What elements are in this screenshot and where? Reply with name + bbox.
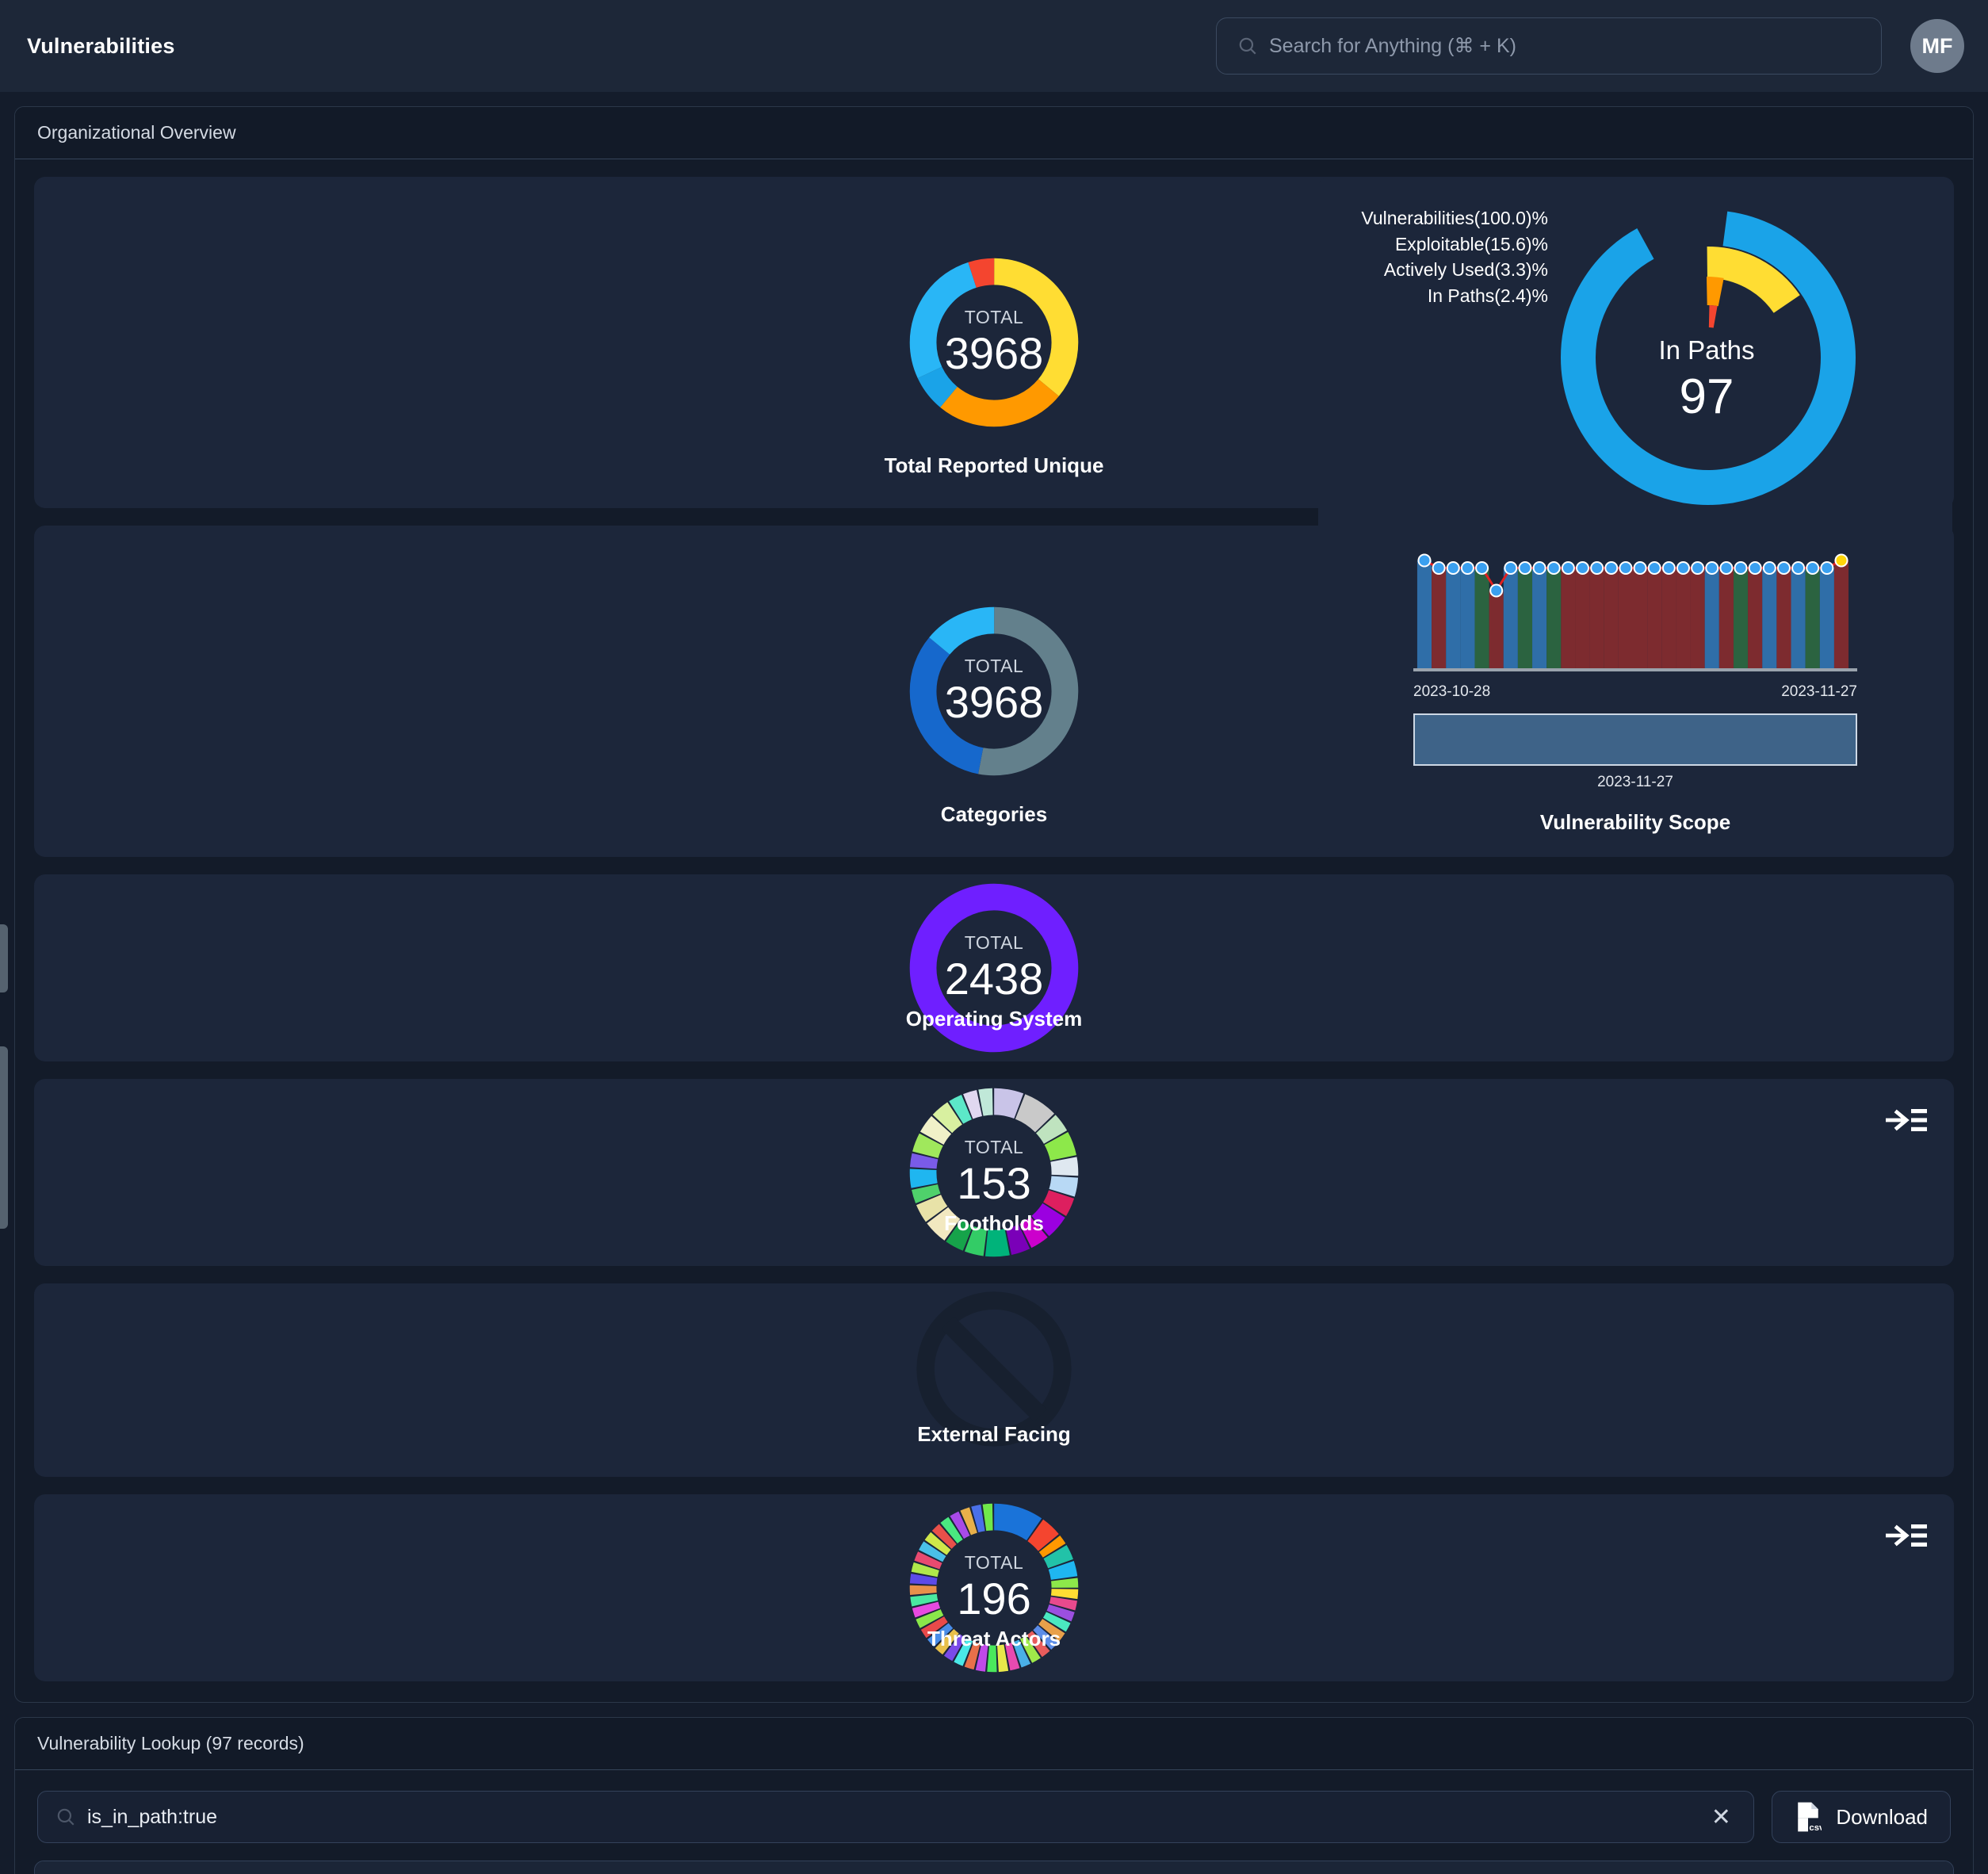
expand-list-icon[interactable]: [1886, 1518, 1927, 1553]
scope-legend-item-0: Vulnerabilities(100.0)%: [1361, 208, 1548, 228]
vulnerability-lookup-panel: Vulnerability Lookup (97 records) is_in_…: [14, 1717, 1974, 1874]
scope-legend: Vulnerabilities(100.0)% Exploitable(15.6…: [1340, 205, 1548, 309]
timeline-brush-label: 2023-11-27: [1597, 774, 1673, 790]
svg-text:csv: csv: [1810, 1823, 1822, 1833]
card-label: Operating System: [905, 1007, 1083, 1031]
card-label: Footholds: [944, 1211, 1044, 1235]
column-header-cve-id[interactable]: CVE ID: [137, 1861, 304, 1874]
column-header-type[interactable]: Type: [47, 1861, 138, 1874]
donut-chart: [909, 1088, 1079, 1257]
scope-center-label: In Paths: [1658, 335, 1755, 365]
table-header: Type CVE ID Short Description Exploitabl…: [35, 1861, 1953, 1874]
vulnerability-table: Type CVE ID Short Description Exploitabl…: [34, 1861, 1954, 1874]
timeline-end-date: 2023-11-27: [1781, 683, 1857, 700]
card-operating-system[interactable]: TOTAL 2438 Operating System: [34, 874, 1954, 1061]
lookup-toolbar: is_in_path:true ✕ csv Download: [34, 1788, 1954, 1861]
donut-chart: [909, 258, 1079, 427]
scroll-handle-upper[interactable]: [0, 924, 8, 992]
scope-timeline: 2023-10-28 2023-11-27 2023-11-27: [1413, 549, 1857, 791]
donut-chart: [909, 883, 1079, 1053]
avatar[interactable]: MF: [1910, 19, 1964, 73]
card-label: Threat Actors: [927, 1627, 1061, 1650]
csv-file-icon: csv: [1798, 1802, 1822, 1833]
lookup-panel-title: Vulnerability Lookup (97 records): [15, 1718, 1973, 1770]
donut-chart: [909, 606, 1079, 776]
scope-legend-item-3: In Paths(2.4)%: [1427, 285, 1548, 306]
timeline-brush[interactable]: [1413, 713, 1857, 766]
card-footholds[interactable]: TOTAL 153 Footholds: [34, 1079, 1954, 1266]
download-label: Download: [1836, 1804, 1928, 1829]
card-label: External Facing: [917, 1422, 1071, 1446]
overview-card-grid: TOTAL 3968 Total Reported Unique TOTAL 3…: [34, 177, 1954, 1681]
global-search-input[interactable]: Search for Anything (⌘ + K): [1216, 17, 1882, 75]
expand-list-icon[interactable]: [1886, 1103, 1927, 1138]
filter-input[interactable]: is_in_path:true ✕: [37, 1791, 1755, 1843]
donut-chart: [909, 1503, 1079, 1673]
column-header-actively-used[interactable]: ActivelyUsed: [806, 1861, 965, 1874]
footholds-donut: TOTAL 153: [900, 1079, 1088, 1266]
timeline-sparkline: [1413, 553, 1857, 671]
risk-indicator-header: [35, 1861, 48, 1874]
scope-center-value: 97: [1679, 369, 1734, 424]
top-bar: Vulnerabilities Search for Anything (⌘ +…: [0, 0, 1988, 92]
column-header-devices-in-paths[interactable]: Devices inPaths: [965, 1861, 1140, 1874]
column-header-affected-devices[interactable]: AffectedDevices: [1139, 1861, 1306, 1874]
operating-system-donut: TOTAL 2438: [900, 874, 1088, 1061]
column-header-cvss-v3[interactable]: CVSSV3: [1479, 1861, 1633, 1874]
total-reported-unique-donut: TOTAL 3968: [900, 249, 1088, 436]
search-placeholder: Search for Anything (⌘ + K): [1269, 35, 1516, 57]
threat-actors-donut: TOTAL 196: [900, 1494, 1088, 1681]
search-icon: [57, 1808, 75, 1826]
card-external-facing[interactable]: External Facing: [34, 1283, 1954, 1477]
scope-center: In Paths 97: [1556, 335, 1857, 425]
scope-title: Vulnerability Scope: [1539, 810, 1731, 834]
overview-panel-title: Organizational Overview: [15, 107, 1973, 159]
vulnerability-scope-card[interactable]: Vulnerabilities(100.0)% Exploitable(15.6…: [1318, 177, 1952, 857]
download-button[interactable]: csv Download: [1772, 1791, 1951, 1843]
scroll-handle-lower[interactable]: [0, 1046, 8, 1229]
column-header-cvss-v2[interactable]: CVSSV2: [1632, 1861, 1786, 1874]
filter-value: is_in_path:true: [87, 1805, 218, 1828]
scope-legend-item-1: Exploitable(15.6)%: [1394, 233, 1548, 254]
timeline-axis: 2023-10-28 2023-11-27: [1413, 683, 1857, 701]
column-header-short-description[interactable]: Short Description: [303, 1861, 644, 1874]
close-icon[interactable]: ✕: [1706, 1802, 1736, 1832]
column-header-epiphany-score[interactable]: EpiphanyScore: [1305, 1861, 1480, 1874]
scope-legend-item-2: Actively Used(3.3)%: [1383, 259, 1548, 281]
column-header-exploitable[interactable]: Exploitable: [643, 1861, 807, 1874]
page-title: Vulnerabilities: [27, 33, 175, 58]
card-threat-actors[interactable]: TOTAL 196 Threat Actors: [34, 1494, 1954, 1681]
organizational-overview-panel: Organizational Overview TOTAL 3968 Total…: [14, 106, 1974, 1703]
column-header-patch-available[interactable]: PatchAvailable: [1785, 1861, 1953, 1874]
categories-donut: TOTAL 3968: [900, 598, 1088, 785]
search-icon: [1239, 37, 1256, 55]
timeline-start-date: 2023-10-28: [1413, 683, 1491, 700]
